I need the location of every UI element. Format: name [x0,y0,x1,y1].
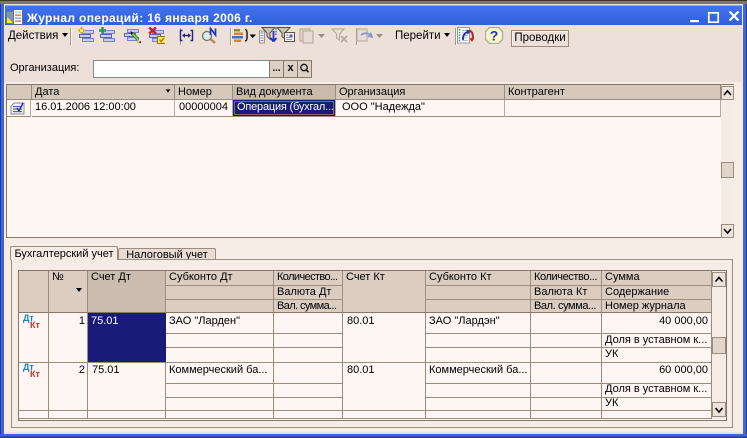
svg-text:?: ? [490,28,499,44]
